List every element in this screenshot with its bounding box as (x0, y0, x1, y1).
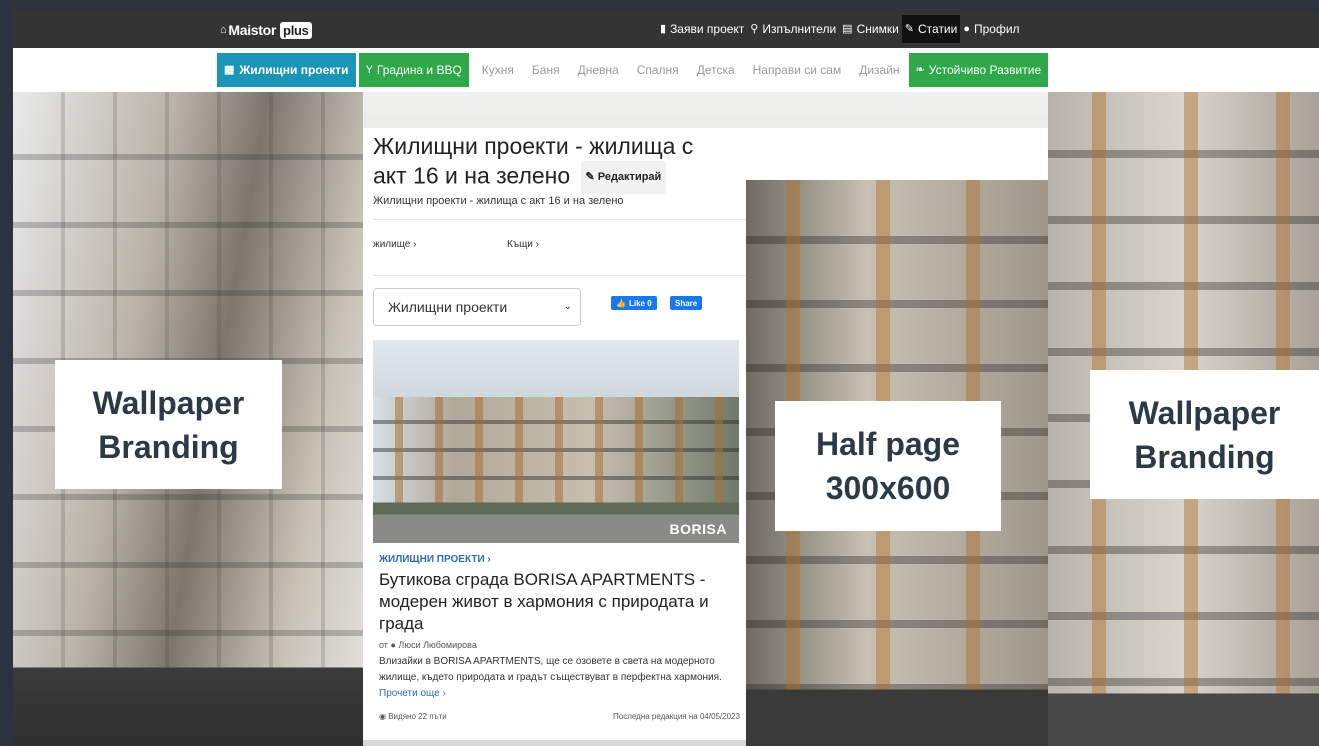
page-title: Жилищни проекти - жилища с акт 16 и на з… (373, 132, 733, 194)
edit-button-label: Редактирай (597, 171, 662, 183)
page-subtitle: Жилищни проекти - жилища с акт 16 и на з… (373, 195, 624, 207)
facebook-like-button[interactable]: 👍 Like 0 (611, 296, 657, 310)
category-sustainable[interactable]: ❧ Устойчиво Развитие (908, 53, 1049, 87)
menu-item-label: Статии (918, 22, 958, 36)
menu-item-label: Снимки (856, 22, 899, 36)
category-diy[interactable]: Направи си сам (744, 53, 851, 87)
read-more-label: Прочети още (379, 688, 440, 699)
author-name[interactable]: Люси Любомирова (398, 640, 476, 650)
category-housing[interactable]: ▦ Жилищни проекти (217, 53, 356, 87)
chevron-down-icon: ⌄ (563, 301, 572, 312)
article-views: ◉ Видяно 22 пъти (379, 712, 447, 721)
logo-plus: plus (280, 21, 312, 39)
pencil-icon: ✎ (585, 171, 595, 183)
leaf-icon: ❧ (915, 63, 925, 76)
edit-icon: ✎ (904, 22, 914, 35)
user-icon: ● (390, 640, 396, 650)
plant-icon: Y (365, 63, 373, 76)
read-more-link[interactable]: Прочети още › (379, 688, 446, 699)
divider (373, 275, 746, 276)
category-list: ▦ Жилищни проекти Y Градина и BBQ Кухня … (217, 53, 1049, 87)
wallpaper-branding-left-label: Wallpaper Branding (55, 360, 282, 489)
category-living[interactable]: Дневна (569, 53, 628, 87)
menu-item-contractors[interactable]: ⚲ Изпълнители (747, 15, 839, 43)
category-bath[interactable]: Баня (523, 53, 569, 87)
tag-link-houses[interactable]: Къщи › (507, 239, 539, 250)
menu-item-photos[interactable]: ▤ Снимки (839, 15, 902, 43)
category-label: Устойчиво Развитие (928, 63, 1042, 77)
article-image-sky (373, 340, 739, 397)
menu-item-articles[interactable]: ✎ Статии (901, 15, 961, 43)
wallpaper-branding-right-label: Wallpaper Branding (1090, 370, 1319, 499)
menu-item-label: Заяви проект (670, 22, 745, 36)
top-navbar: ⌂ Maistor plus ▮ Заяви проект ⚲ Изпълнит… (13, 10, 1319, 48)
category-design[interactable]: Дизайн (850, 53, 908, 87)
edit-button[interactable]: ✎ Редактирай (580, 161, 667, 194)
facebook-share-button[interactable]: Share (670, 296, 703, 310)
category-label: Жилищни проекти (239, 63, 349, 77)
menu-item-request-project[interactable]: ▮ Заяви проект (657, 15, 747, 43)
category-label: Градина и BBQ (376, 63, 462, 77)
article-image-brand: BORISA (669, 521, 727, 537)
title-area-extension (746, 128, 1048, 180)
tag-label: жилище (373, 239, 411, 250)
browser-viewport: ⌂ Maistor plus ▮ Заяви проект ⚲ Изпълнит… (13, 10, 1319, 746)
select-value: Жилищни проекти (388, 299, 508, 315)
building-icon: ▦ (224, 63, 235, 76)
menu-item-label: Профил (974, 22, 1020, 36)
article-excerpt-text: Влизайки в BORISA APARTMENTS, ще се озов… (379, 656, 722, 683)
site-logo[interactable]: ⌂ Maistor plus (220, 20, 312, 40)
logo-text: Maistor (228, 22, 277, 38)
top-menu: ▮ Заяви проект ⚲ Изпълнители ▤ Снимки ✎ … (657, 10, 1023, 48)
category-garden[interactable]: Y Градина и BBQ (358, 53, 469, 87)
article-title[interactable]: Бутикова сграда BORISA APARTMENTS - моде… (379, 569, 741, 635)
category-select[interactable]: Жилищни проекти ⌄ (373, 288, 581, 326)
category-navbar: ▦ Жилищни проекти Y Градина и BBQ Кухня … (13, 48, 1319, 93)
menu-item-label: Изпълнители (762, 22, 837, 36)
views-label: Видяно 22 пъти (388, 712, 447, 721)
chevron-right-icon: › (535, 239, 540, 250)
divider (373, 219, 746, 220)
category-kitchen[interactable]: Кухня (473, 53, 523, 87)
article-last-edited: Последна редакция на 04/05/2023 (613, 712, 740, 721)
menu-item-profile[interactable]: ● Профил (960, 15, 1022, 43)
images-icon: ▤ (842, 22, 853, 35)
category-bedroom[interactable]: Спалня (628, 53, 688, 87)
article-image[interactable]: BORISA (373, 340, 739, 543)
main-content-card: Жилищни проекти - жилища с акт 16 и на з… (363, 128, 746, 740)
article-category-label: ЖИЛИЩНИ ПРОЕКТИ (379, 554, 485, 565)
tag-link-housing[interactable]: жилище › (373, 239, 417, 250)
fb-share-label: Share (675, 298, 698, 308)
article-category-link[interactable]: ЖИЛИЩНИ ПРОЕКТИ › (379, 554, 491, 565)
chevron-right-icon: › (487, 554, 491, 565)
thumbs-up-icon: 👍 (616, 298, 626, 308)
category-kids[interactable]: Детска (688, 53, 744, 87)
user-icon: ● (963, 22, 970, 35)
file-icon: ▮ (660, 22, 667, 35)
article-author: от ● Люси Любомирова (379, 640, 477, 650)
search-icon: ⚲ (750, 22, 759, 35)
eye-icon: ◉ (379, 712, 386, 721)
chevron-right-icon: › (413, 239, 417, 250)
half-page-ad-label: Half page 300x600 (775, 401, 1001, 531)
author-prefix: от (379, 640, 388, 650)
tag-label: Къщи (507, 239, 533, 250)
article-excerpt: Влизайки в BORISA APARTMENTS, ще се озов… (379, 654, 741, 702)
fb-like-label: Like 0 (628, 298, 652, 308)
home-icon: ⌂ (220, 23, 227, 36)
